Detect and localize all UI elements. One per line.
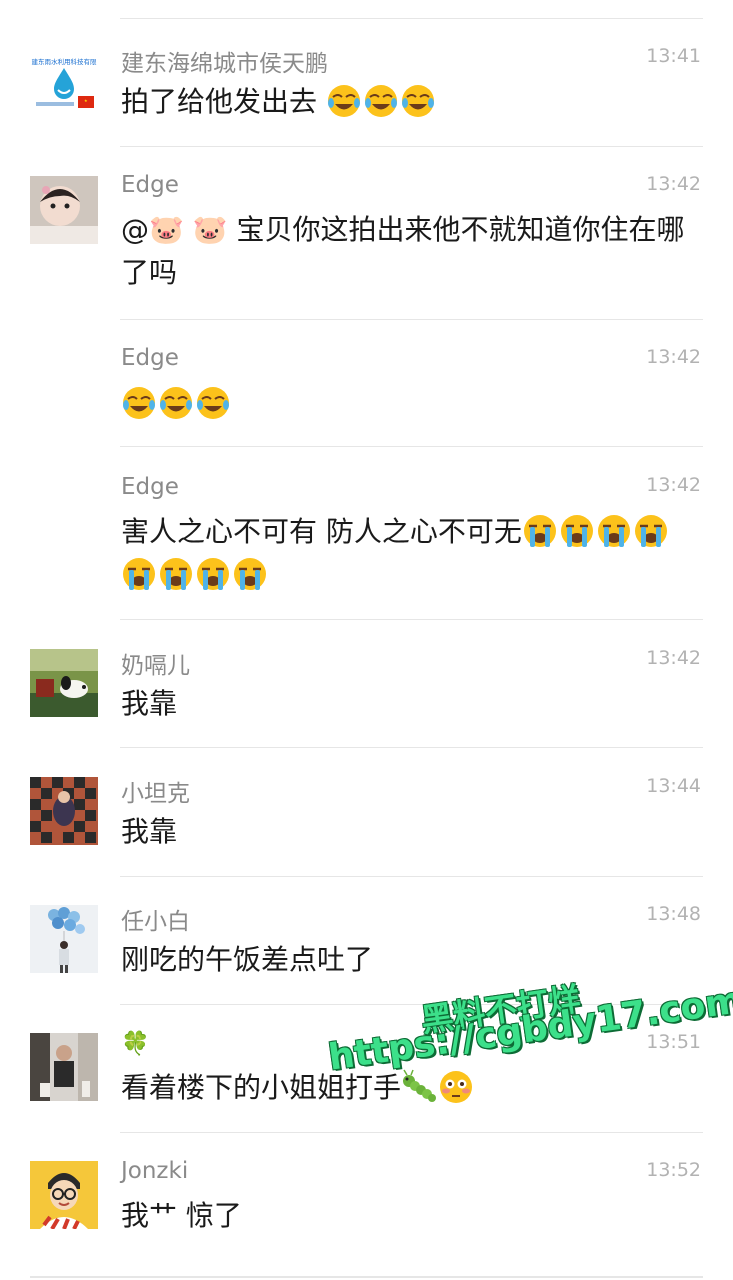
message-body: 害人之心不可有 防人之心不可无 xyxy=(121,515,522,548)
sender-name: 🍀 xyxy=(121,1031,150,1057)
caterpillar-icon xyxy=(401,1069,437,1105)
message-time: 13:42 xyxy=(646,474,701,496)
sender-name: Edge xyxy=(121,474,179,500)
sender-name: 建东海绵城市侯天鹏 xyxy=(121,51,328,77)
message-time: 13:44 xyxy=(646,775,701,797)
chat-divider xyxy=(120,619,703,620)
message-text: 刚吃的午饭差点吐了 xyxy=(121,943,374,976)
sender-name: 小坦克 xyxy=(121,781,190,807)
message-time: 13:42 xyxy=(646,346,701,368)
laughing-crying-icon xyxy=(195,385,231,421)
loudly-crying-icon xyxy=(158,556,194,592)
laughing-crying-icon xyxy=(363,83,399,119)
message-text: 看着楼下的小姐姐打手 xyxy=(121,1066,691,1109)
message-text: 害人之心不可有 防人之心不可无 xyxy=(121,510,686,596)
message-time: 13:52 xyxy=(646,1159,701,1181)
sender-name: Edge xyxy=(121,172,179,198)
laughing-crying-icon xyxy=(326,83,362,119)
avatar[interactable] xyxy=(30,905,98,973)
chat-divider xyxy=(120,876,703,877)
sender-name: 奶嗝儿 xyxy=(121,653,190,679)
watermark-title: 黑料不打烊 xyxy=(418,979,583,1040)
chat-divider xyxy=(120,319,703,320)
message-time: 13:51 xyxy=(646,1031,701,1053)
loudly-crying-icon xyxy=(195,556,231,592)
message-time: 13:48 xyxy=(646,903,701,925)
loudly-crying-icon xyxy=(633,513,669,549)
chat-divider xyxy=(120,1132,703,1133)
chat-divider xyxy=(120,446,703,447)
chat-divider xyxy=(120,747,703,748)
message-text: 拍了给他发出去 xyxy=(121,80,691,123)
avatar[interactable] xyxy=(30,1033,98,1101)
laughing-crying-icon xyxy=(400,83,436,119)
message-body: 看着楼下的小姐姐打手 xyxy=(121,1071,402,1104)
chat-divider xyxy=(30,1276,703,1278)
flushed-icon xyxy=(438,1069,474,1105)
watermark-url: https://cgbdy17.com xyxy=(326,979,733,1079)
message-text: 我靠 xyxy=(121,815,178,848)
svg-text:★: ★ xyxy=(84,98,88,103)
chat-divider xyxy=(120,1004,703,1005)
loudly-crying-icon xyxy=(522,513,558,549)
loudly-crying-icon xyxy=(596,513,632,549)
avatar[interactable] xyxy=(30,1161,98,1229)
laughing-crying-icon xyxy=(158,385,194,421)
avatar[interactable] xyxy=(30,176,98,244)
message-text: @🐷 🐷 宝贝你这拍出来他不就知道你住在哪了吗 xyxy=(121,213,685,289)
message-body: 拍了给他发出去 xyxy=(121,85,318,118)
laughing-crying-icon xyxy=(121,385,157,421)
loudly-crying-icon xyxy=(559,513,595,549)
message-text: 我艹 惊了 xyxy=(121,1199,242,1232)
svg-text:建东雨水利用科技有限: 建东雨水利用科技有限 xyxy=(32,57,98,66)
sender-name: Edge xyxy=(121,345,179,371)
avatar[interactable] xyxy=(30,649,98,717)
avatar[interactable] xyxy=(30,777,98,845)
chat-divider xyxy=(120,18,703,19)
sender-name: 任小白 xyxy=(121,909,190,935)
message-time: 13:41 xyxy=(646,45,701,67)
message-text xyxy=(121,382,691,425)
avatar[interactable]: 建东雨水利用科技有限 ★ xyxy=(30,50,98,118)
message-time: 13:42 xyxy=(646,173,701,195)
message-text: 我靠 xyxy=(121,687,178,720)
message-time: 13:42 xyxy=(646,647,701,669)
loudly-crying-icon xyxy=(121,556,157,592)
sender-name: Jonzki xyxy=(121,1158,189,1184)
loudly-crying-icon xyxy=(232,556,268,592)
chat-divider xyxy=(120,146,703,147)
